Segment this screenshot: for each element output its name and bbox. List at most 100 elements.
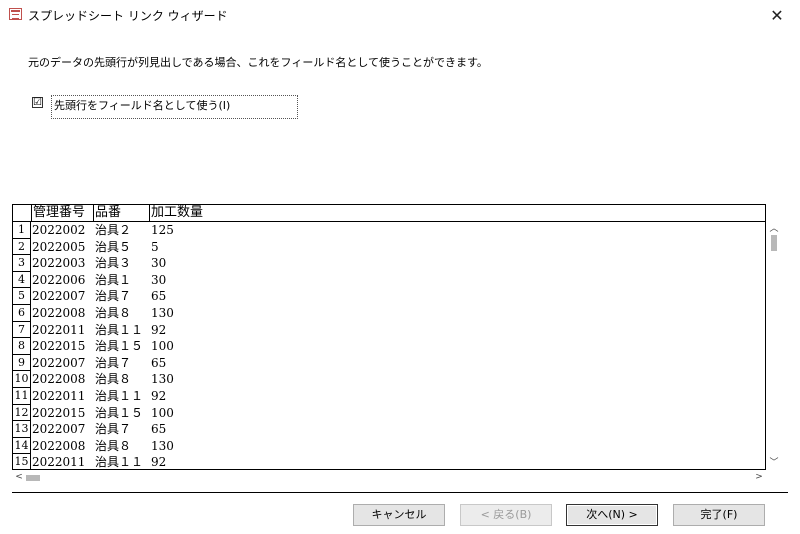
cell-item: 治具１１: [95, 322, 144, 337]
cell-id: 2022007: [32, 422, 86, 437]
table-row[interactable]: 13 2022007 治具７ 65: [13, 421, 765, 438]
row-number: 14: [13, 437, 31, 455]
table-row[interactable]: 9 2022007 治具７ 65: [13, 354, 765, 372]
scroll-right-icon[interactable]: >: [752, 472, 766, 482]
cell-item: 治具８: [95, 438, 132, 453]
cell-qty: 100: [151, 405, 174, 420]
cell-item: 治具１５: [95, 339, 144, 354]
row-number: 3: [13, 255, 31, 272]
cell-item: 治具７: [95, 422, 132, 437]
title-bar: スプレッドシート リンク ウィザード ✕: [0, 0, 800, 30]
cell-item: 治具７: [95, 289, 132, 304]
cell-id: 2022007: [32, 355, 86, 370]
cell-qty: 130: [151, 372, 174, 387]
grid-header: 管理番号 品番 加工数量: [13, 205, 765, 222]
cell-id: 2022015: [32, 339, 86, 354]
column-divider: [93, 205, 94, 221]
cell-item: 治具５: [95, 239, 132, 254]
table-row[interactable]: 3 2022003 治具３ 30: [13, 255, 765, 272]
scroll-left-icon[interactable]: <: [12, 472, 26, 482]
cell-qty: 30: [151, 256, 167, 271]
close-button[interactable]: ✕: [754, 0, 800, 30]
row-number: 8: [13, 338, 31, 355]
description-text: 元のデータの先頭行が列見出しである場合、これをフィールド名として使うことができま…: [28, 56, 488, 69]
cell-id: 2022008: [32, 372, 86, 387]
cell-item: 治具３: [95, 256, 132, 271]
table-row[interactable]: 14 2022008 治具８ 130: [13, 437, 765, 455]
row-number: 4: [13, 271, 31, 289]
table-row[interactable]: 15 2022011 治具１１ 92: [13, 454, 765, 470]
table-row[interactable]: 11 2022011 治具１１ 92: [13, 387, 765, 405]
cell-qty: 130: [151, 305, 174, 320]
vertical-scrollbar[interactable]: ︿ ﹀: [766, 221, 782, 470]
cell-qty: 65: [151, 289, 167, 304]
cell-id: 2022015: [32, 405, 86, 420]
cell-id: 2022011: [32, 322, 86, 337]
table-row[interactable]: 7 2022011 治具１１ 92: [13, 321, 765, 339]
cell-qty: 92: [151, 388, 167, 403]
table-row[interactable]: 5 2022007 治具７ 65: [13, 288, 765, 305]
next-button[interactable]: 次へ(N) >: [566, 504, 658, 526]
footer-divider: [12, 492, 788, 493]
cell-qty: 65: [151, 422, 167, 437]
cell-id: 2022011: [32, 388, 86, 403]
cell-qty: 5: [151, 239, 159, 254]
table-row[interactable]: 6 2022008 治具８ 130: [13, 304, 765, 322]
table-row[interactable]: 1 2022002 治具２ 125: [13, 222, 765, 239]
window-title: スプレッドシート リンク ウィザード: [28, 9, 228, 23]
row-number: 7: [13, 321, 31, 339]
grid-rows: 1 2022002 治具２ 125 2 2022005 治具５ 5 3 2022003 治具３ 30 4…: [13, 222, 765, 470]
row-number: 1: [13, 222, 31, 239]
cell-qty: 30: [151, 272, 167, 287]
cell-qty: 130: [151, 438, 174, 453]
cell-item: 治具７: [95, 355, 132, 370]
cell-id: 2022003: [32, 256, 86, 271]
cancel-button[interactable]: キャンセル: [353, 504, 445, 526]
table-row[interactable]: 8 2022015 治具１５ 100: [13, 338, 765, 355]
column-header-qty[interactable]: 加工数量: [149, 205, 269, 221]
horizontal-scroll-thumb[interactable]: [26, 475, 40, 481]
table-row[interactable]: 12 2022015 治具１５ 100: [13, 404, 765, 422]
cell-id: 2022007: [32, 289, 86, 304]
cell-item: 治具８: [95, 305, 132, 320]
first-row-checkbox-label[interactable]: 先頭行をフィールド名として使う(I): [51, 95, 298, 119]
preview-grid: 管理番号 品番 加工数量 1 2022002 治具２ 125 2 2022005 治具５ 5 3…: [12, 204, 766, 470]
cell-item: 治具８: [95, 372, 132, 387]
first-row-checkbox[interactable]: ☑: [32, 97, 43, 108]
cell-id: 2022008: [32, 438, 86, 453]
vertical-scroll-thumb[interactable]: [771, 235, 777, 251]
back-button[interactable]: < 戻る(B): [460, 504, 552, 526]
cell-id: 2022011: [32, 455, 86, 470]
app-icon: [9, 8, 22, 20]
row-number: 13: [13, 421, 31, 438]
cell-item: 治具１１: [95, 455, 144, 470]
row-number: 9: [13, 354, 31, 372]
cell-id: 2022006: [32, 272, 86, 287]
scroll-down-icon[interactable]: ﹀: [767, 455, 781, 468]
finish-button[interactable]: 完了(F): [673, 504, 765, 526]
cell-item: 治具１: [95, 272, 132, 287]
cell-qty: 92: [151, 322, 167, 337]
cell-qty: 65: [151, 355, 167, 370]
row-number: 2: [13, 238, 31, 256]
scroll-up-icon[interactable]: ︿: [767, 221, 781, 234]
cell-id: 2022005: [32, 239, 86, 254]
column-header-id[interactable]: 管理番号: [31, 205, 93, 221]
cell-item: 治具２: [95, 223, 132, 237]
table-row[interactable]: 4 2022006 治具１ 30: [13, 271, 765, 289]
row-number: 11: [13, 387, 31, 405]
row-number: 5: [13, 288, 31, 305]
table-row[interactable]: 10 2022008 治具８ 130: [13, 371, 765, 388]
horizontal-scrollbar[interactable]: < >: [12, 470, 766, 486]
row-number: 10: [13, 371, 31, 388]
cell-qty: 100: [151, 339, 174, 354]
cell-id: 2022002: [32, 223, 86, 237]
table-row[interactable]: 2 2022005 治具５ 5: [13, 238, 765, 256]
row-number: 6: [13, 304, 31, 322]
row-number: 15: [13, 454, 31, 469]
cell-item: 治具１５: [95, 405, 144, 420]
row-number: 12: [13, 404, 31, 422]
cell-qty: 125: [151, 223, 174, 237]
column-header-item[interactable]: 品番: [93, 205, 149, 221]
cell-id: 2022008: [32, 305, 86, 320]
